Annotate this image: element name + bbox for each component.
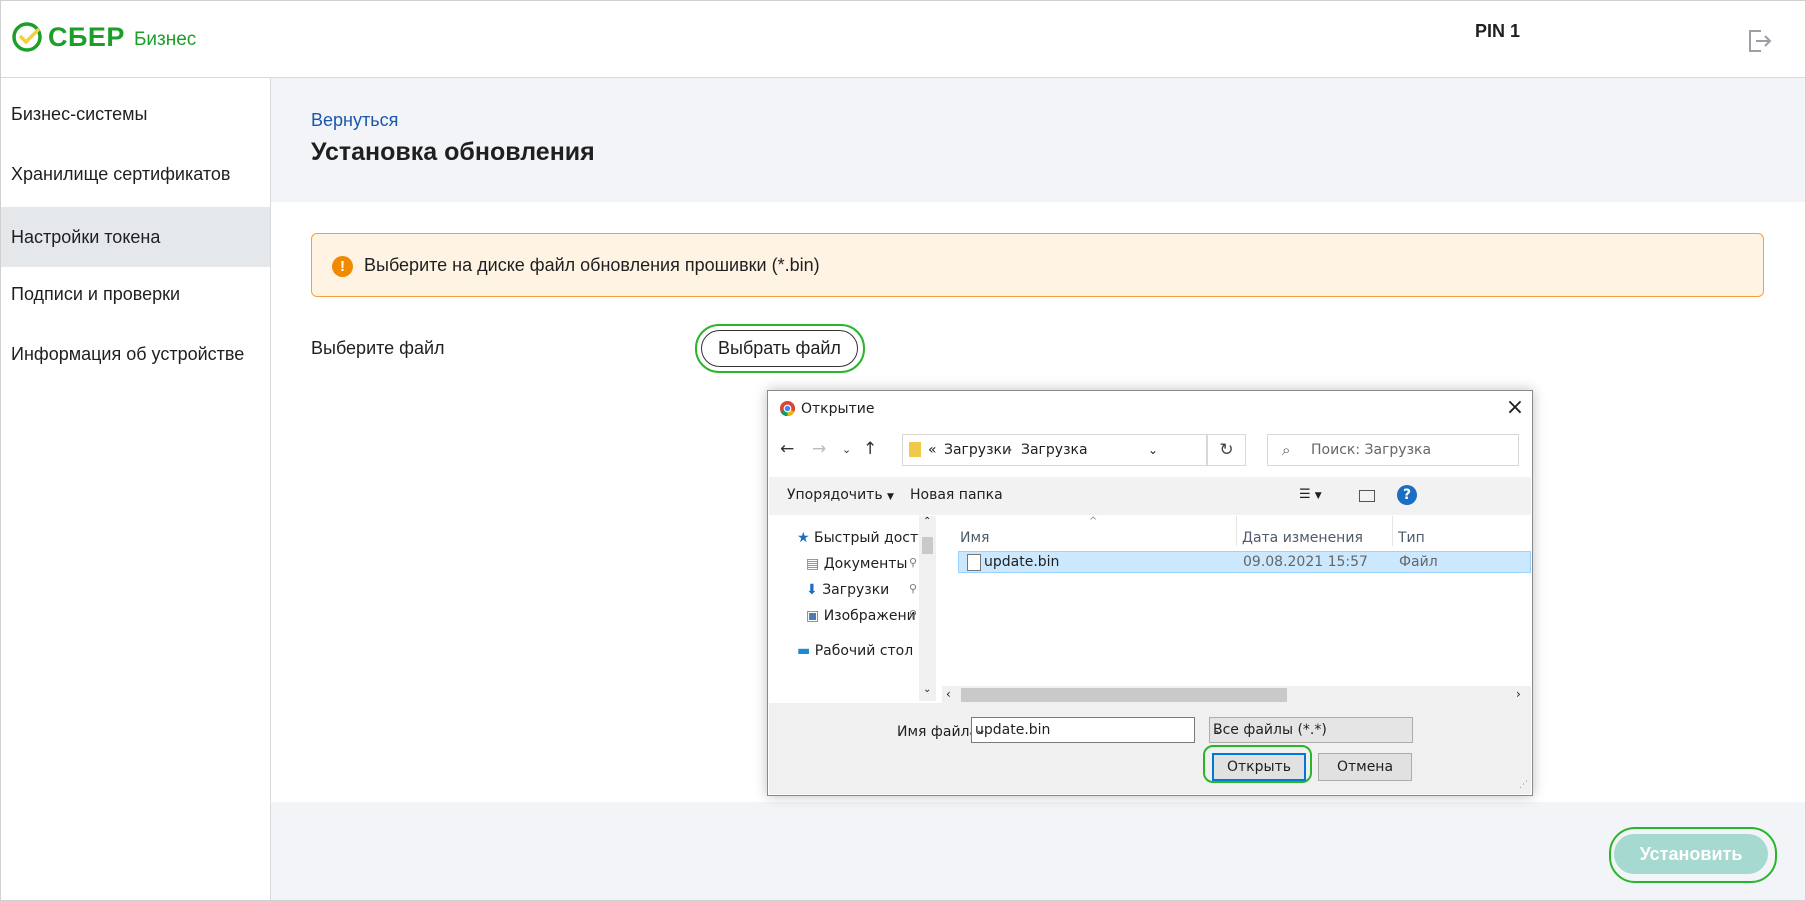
file-list: ^ Имя Дата изменения Тип update.bin 09.0… (942, 516, 1531, 686)
header: СБЕР Бизнес PIN 1 (1, 1, 1805, 78)
organize-dropdown-icon: ▼ (887, 492, 894, 502)
pin-icon: ⚲ (909, 556, 918, 569)
logo-subtext: Бизнес (133, 28, 197, 50)
sidebar-item-signatures[interactable]: Подписи и проверки (1, 264, 270, 324)
open-button[interactable]: Открыть (1212, 753, 1306, 781)
dialog-title: Открытие (801, 401, 875, 417)
breadcrumb-separator-icon: › (1007, 442, 1013, 458)
list-horizontal-scrollbar[interactable]: ‹ › (942, 686, 1531, 703)
filetype-dropdown-icon: ⌄ (1213, 722, 1225, 738)
filetype-select[interactable]: Все файлы (*.*) ⌄ (1209, 717, 1413, 743)
close-icon[interactable]: × (1502, 395, 1528, 421)
dialog-bottom-bar: Имя файла: update.bin ⌄ Все файлы (*.*) … (769, 703, 1531, 794)
filename-input[interactable]: update.bin ⌄ (971, 717, 1195, 743)
tree-label: Изображени (823, 608, 916, 624)
pin-icon: ⚲ (909, 582, 918, 595)
refresh-icon[interactable]: ↻ (1207, 434, 1246, 466)
sidebar: Бизнес-системы Хранилище сертификатов На… (1, 78, 271, 900)
sidebar-item-certificate-store[interactable]: Хранилище сертификатов (1, 144, 270, 204)
page-title: Установка обновления (311, 138, 595, 166)
filename-label: Имя файла: (897, 724, 983, 740)
scroll-left-icon[interactable]: ‹ (946, 687, 951, 701)
pin-label: PIN 1 (1475, 21, 1521, 41)
star-icon: ★ (797, 530, 810, 546)
new-folder-button[interactable]: Новая папка (910, 487, 1003, 503)
help-icon[interactable]: ? (1397, 485, 1417, 505)
choose-file-button[interactable]: Выбрать файл (701, 330, 858, 367)
sidebar-item-device-info[interactable]: Информация об устройстве (1, 324, 270, 384)
image-icon: ▣ (806, 608, 820, 624)
pin-icon: ⚲ (909, 608, 918, 621)
warning-icon: ! (332, 256, 353, 277)
back-arrow-icon[interactable]: ← (780, 439, 794, 459)
address-bar[interactable]: « Загрузки › Загрузка ⌄ (902, 434, 1207, 466)
tree-label: Рабочий стол (814, 643, 914, 659)
search-placeholder: Поиск: Загрузка (1311, 442, 1432, 458)
recent-chevron-icon[interactable]: ⌄ (842, 443, 851, 456)
file-type: Файл (1399, 554, 1438, 570)
file-modified: 09.08.2021 15:57 (1243, 554, 1368, 570)
tree-label: Быстрый доступ (814, 530, 936, 546)
sber-logo[interactable]: СБЕР Бизнес (11, 21, 196, 53)
navigation-tree: ★ Быстрый доступ ▤ Документы ⬇ Загрузки … (769, 516, 936, 701)
resize-grip-icon[interactable]: ⋰ (1519, 780, 1528, 790)
column-type[interactable]: Тип (1398, 530, 1425, 546)
tree-label: Документы (823, 556, 908, 572)
search-box[interactable]: ⌕ Поиск: Загрузка (1267, 434, 1519, 466)
sort-ascending-icon: ^ (1089, 516, 1098, 527)
view-options-icon[interactable]: ☰ ▼ (1299, 487, 1322, 502)
scroll-right-icon[interactable]: › (1516, 687, 1521, 701)
sber-logo-icon (12, 22, 42, 52)
breadcrumb-overflow[interactable]: « (928, 442, 937, 458)
install-button[interactable]: Установить (1614, 834, 1768, 874)
tree-scrollbar[interactable]: ⌃ ⌄ (919, 516, 936, 701)
dialog-toolbar: Упорядочить ▼ Новая папка ☰ ▼ ? (769, 477, 1531, 515)
column-modified[interactable]: Дата изменения (1242, 530, 1363, 546)
scrollbar-thumb[interactable] (961, 688, 1287, 702)
sidebar-item-business-systems[interactable]: Бизнес-системы (1, 84, 270, 144)
warning-alert: ! Выберите на диске файл обновления прош… (311, 233, 1764, 297)
file-label: Выберите файл (311, 338, 445, 358)
folder-icon (909, 442, 921, 457)
logout-icon[interactable] (1744, 26, 1774, 56)
tree-item-quick-access[interactable]: ★ Быстрый доступ (797, 530, 936, 546)
breadcrumb-downloads[interactable]: Загрузки (944, 442, 1011, 458)
download-icon: ⬇ (806, 582, 818, 598)
search-icon: ⌕ (1282, 441, 1291, 459)
chrome-icon (779, 400, 796, 417)
preview-pane-icon[interactable] (1359, 490, 1375, 502)
tree-item-images[interactable]: ▣ Изображени (806, 608, 916, 624)
tree-item-desktop[interactable]: ▬ Рабочий стол (797, 643, 913, 659)
organize-button[interactable]: Упорядочить ▼ (787, 487, 894, 503)
scrollbar-thumb[interactable] (922, 537, 933, 554)
address-dropdown-icon[interactable]: ⌄ (1148, 443, 1158, 457)
cancel-button[interactable]: Отмена (1318, 753, 1412, 781)
tree-item-documents[interactable]: ▤ Документы (806, 556, 907, 572)
column-separator (1236, 516, 1237, 546)
sidebar-item-token-settings[interactable]: Настройки токена (1, 207, 270, 267)
file-name: update.bin (984, 554, 1060, 570)
logo-text: СБЕР (48, 21, 125, 52)
scroll-up-icon[interactable]: ⌃ (923, 516, 931, 527)
column-name[interactable]: Имя (960, 530, 989, 546)
up-arrow-icon[interactable]: ↑ (863, 439, 877, 459)
file-open-dialog: Открытие × ← → ⌄ ↑ « Загрузки › Загрузка… (767, 390, 1533, 796)
tree-item-downloads[interactable]: ⬇ Загрузки (806, 582, 889, 598)
file-row[interactable]: update.bin 09.08.2021 15:57 Файл (958, 551, 1531, 573)
breadcrumb-download[interactable]: Загрузка (1021, 442, 1088, 458)
back-link[interactable]: Вернуться (311, 110, 398, 131)
filename-dropdown-icon[interactable]: ⌄ (975, 722, 1188, 738)
scroll-down-icon[interactable]: ⌄ (923, 684, 931, 695)
alert-text: Выберите на диске файл обновления прошив… (364, 255, 820, 275)
organize-label: Упорядочить (787, 487, 883, 503)
column-separator (1392, 516, 1393, 546)
document-icon: ▤ (806, 556, 820, 572)
desktop-icon: ▬ (797, 643, 811, 659)
file-icon (967, 554, 981, 571)
forward-arrow-icon[interactable]: → (812, 439, 826, 459)
tree-label: Загрузки (822, 582, 890, 598)
